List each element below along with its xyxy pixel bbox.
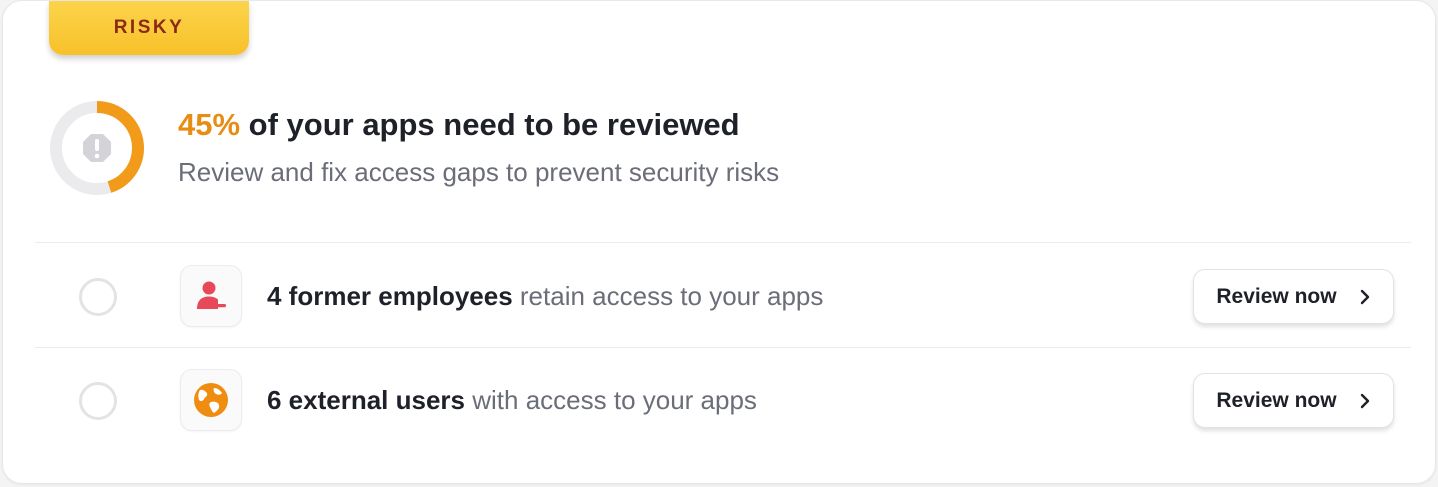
item-2-radio[interactable] (79, 382, 117, 420)
item-1-icon-tile (180, 265, 242, 327)
item-2-rest: with access to your apps (465, 385, 757, 415)
review-now-button-2[interactable]: Review now (1193, 373, 1394, 428)
review-now-label-1: Review now (1216, 284, 1337, 308)
item-1-rest: retain access to your apps (512, 281, 824, 311)
headline-rest: of your apps need to be reviewed (240, 107, 740, 142)
chevron-right-icon (1360, 289, 1369, 304)
item-1-bold: 4 former employees (267, 281, 513, 311)
user-minus-icon (197, 281, 226, 309)
item-2-icon-tile (180, 369, 242, 431)
risk-badge: RISKY (49, 1, 249, 55)
globe-icon (194, 383, 228, 417)
percent-text: 45% (178, 107, 241, 142)
page-subtitle: Review and fix access gaps to prevent se… (178, 157, 780, 187)
divider-middle (35, 347, 1411, 348)
review-now-button-1[interactable]: Review now (1193, 269, 1394, 324)
item-2-text: 6 external users with access to your app… (267, 385, 757, 416)
page-title: 45% of your apps need to be reviewed (178, 107, 740, 143)
progress-donut-svg (50, 101, 144, 195)
item-1-text: 4 former employees retain access to your… (267, 281, 823, 312)
item-1-radio[interactable] (79, 278, 117, 316)
progress-donut (49, 100, 145, 196)
divider-top (35, 242, 1411, 243)
item-2-bold: 6 external users (267, 385, 466, 415)
exclamation-octagon-icon (83, 134, 111, 162)
review-now-label-2: Review now (1216, 388, 1337, 412)
risk-card: RISKY 45% of your apps need to be review… (2, 0, 1436, 484)
chevron-right-icon (1360, 393, 1369, 408)
